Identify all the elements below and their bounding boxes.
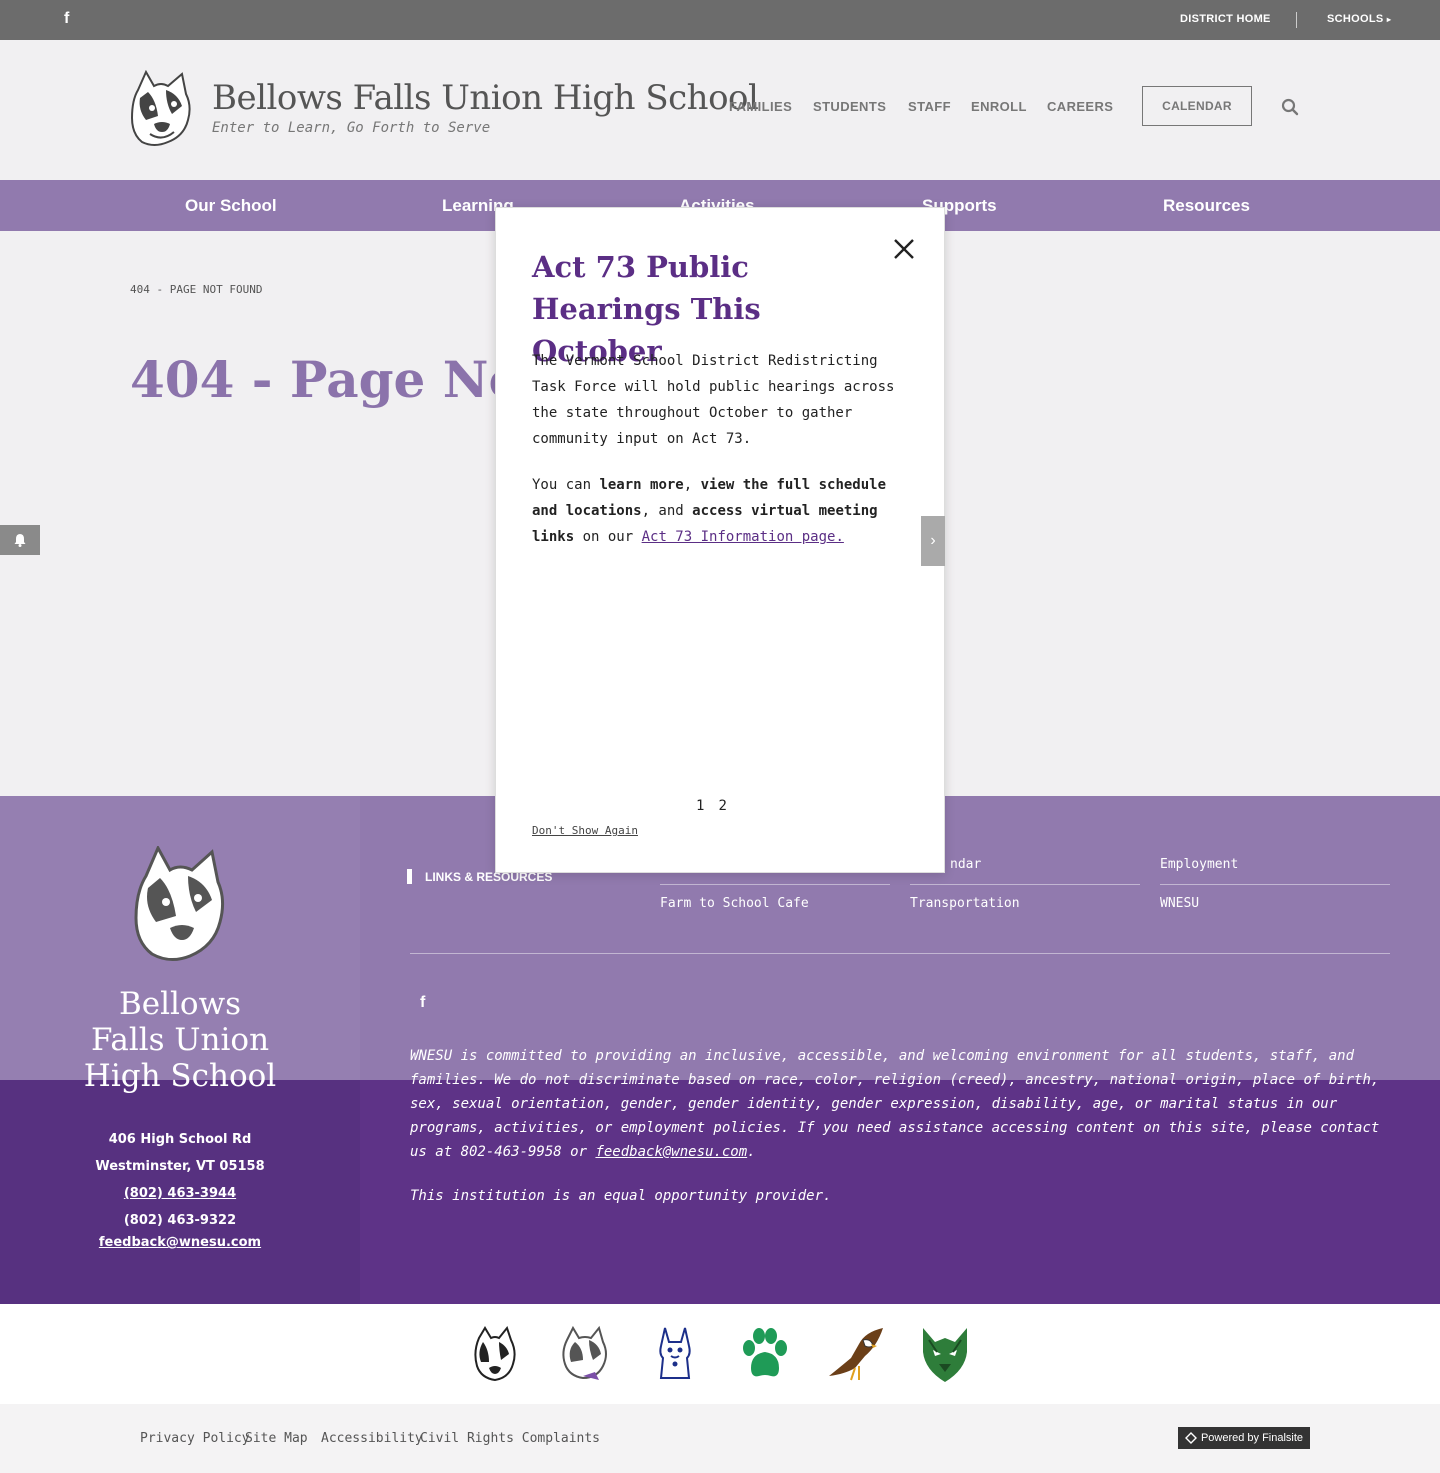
footer-email-link[interactable]: feedback@wnesu.com <box>0 1235 360 1250</box>
privacy-policy-link[interactable]: Privacy Policy <box>140 1431 250 1446</box>
nav-students[interactable]: STUDENTS <box>813 99 886 114</box>
footer-fax: (802) 463-9322 <box>123 1213 237 1228</box>
footer-address-line2: Westminster, VT 05158 <box>95 1159 265 1174</box>
nondiscrimination-statement: WNESU is committed to providing an inclu… <box>410 1044 1400 1208</box>
modal-pagination: 12 <box>696 798 741 814</box>
bottom-bar: Privacy Policy Site Map Accessibility Ci… <box>0 1404 1440 1473</box>
site-map-link[interactable]: Site Map <box>245 1431 308 1446</box>
p2-bold-learn-more: learn more <box>599 477 684 493</box>
p2-text: , <box>683 477 701 493</box>
eagle-mascot-icon[interactable] <box>825 1324 885 1384</box>
facebook-icon[interactable]: f <box>64 10 78 30</box>
utility-bar: f DISTRICT HOME SCHOOLS ▸ <box>0 0 1440 40</box>
footer-link-employment[interactable]: Employment <box>1160 857 1238 872</box>
statement-end: . <box>747 1144 756 1160</box>
accessibility-link[interactable]: Accessibility <box>321 1431 423 1446</box>
modal-body: The Vermont School District Redistrictin… <box>532 348 912 570</box>
footer-phone-link[interactable]: (802) 463-3944 <box>0 1186 360 1201</box>
alerts-tab[interactable] <box>0 525 40 555</box>
school-tagline: Enter to Learn, Go Forth to Serve <box>212 120 491 136</box>
school-name[interactable]: Bellows Falls Union High School <box>212 78 759 118</box>
search-icon[interactable] <box>1281 98 1299 116</box>
p2-text: on our <box>574 529 642 545</box>
footer-bulldog-logo-icon <box>134 846 225 961</box>
site-header: Bellows Falls Union High School Enter to… <box>0 40 1440 180</box>
footer-link-divider <box>910 884 1140 885</box>
paw-print-mascot-icon[interactable] <box>735 1324 795 1384</box>
act-73-information-link[interactable]: Act 73 Information page. <box>642 529 844 545</box>
schools-menu[interactable]: SCHOOLS ▸ <box>1327 13 1391 25</box>
nav-staff[interactable]: STAFF <box>908 99 951 114</box>
nav-careers[interactable]: CAREERS <box>1047 99 1113 114</box>
p2-text: , and <box>641 503 693 519</box>
modal-paragraph-2: You can learn more, view the full schedu… <box>532 472 912 550</box>
district-schools-strip <box>0 1304 1440 1404</box>
footer-link-divider <box>660 884 890 885</box>
footer-school-name: Bellows Falls Union High School <box>83 986 277 1094</box>
footer-link-wnesu[interactable]: WNESU <box>1160 896 1199 911</box>
bell-icon <box>14 534 26 547</box>
statement-text: WNESU is committed to providing an inclu… <box>410 1048 1380 1160</box>
bulldog-purple-mascot-icon[interactable] <box>555 1324 615 1384</box>
modal-page-1[interactable]: 1 <box>696 798 704 814</box>
footer-contact: Bellows Falls Union High School 406 High… <box>0 796 360 1304</box>
modal-next-button[interactable]: › <box>921 516 945 566</box>
french-bulldog-mascot-icon[interactable] <box>645 1324 705 1384</box>
mainnav-our-school[interactable]: Our School <box>185 196 277 216</box>
equal-opportunity-text: This institution is an equal opportunity… <box>410 1188 832 1204</box>
utility-divider <box>1296 12 1297 28</box>
footer-link-calendar[interactable]: ndar <box>950 857 981 872</box>
modal-page-2[interactable]: 2 <box>718 798 726 814</box>
bulldog-logo-icon[interactable] <box>128 70 194 150</box>
district-home-link[interactable]: DISTRICT HOME <box>1180 13 1271 25</box>
wolf-mascot-icon[interactable] <box>915 1324 975 1384</box>
nav-enroll[interactable]: ENROLL <box>971 99 1027 114</box>
p2-text: You can <box>532 477 600 493</box>
nav-families[interactable]: FAMILIES <box>729 99 792 114</box>
footer-address-line1: 406 High School Rd <box>108 1132 252 1147</box>
breadcrumb: 404 - PAGE NOT FOUND <box>130 283 263 296</box>
powered-by-finalsite-badge[interactable]: Powered by Finalsite <box>1178 1427 1310 1449</box>
finalsite-logo-icon <box>1184 1432 1197 1444</box>
announcement-modal: Act 73 Public Hearings This October The … <box>495 207 945 873</box>
powered-by-label: Powered by Finalsite <box>1200 1432 1304 1444</box>
footer-divider <box>410 953 1390 954</box>
statement-email-link[interactable]: feedback@wnesu.com <box>595 1144 747 1160</box>
civil-rights-complaints-link[interactable]: Civil Rights Complaints <box>420 1431 600 1446</box>
calendar-button[interactable]: CALENDAR <box>1142 86 1252 126</box>
bulldog-mascot-icon[interactable] <box>465 1324 525 1384</box>
footer-link-farm-to-school[interactable]: Farm to School Cafe <box>660 896 809 911</box>
modal-paragraph-1: The Vermont School District Redistrictin… <box>532 353 895 447</box>
dont-show-again-link[interactable]: Don't Show Again <box>532 824 638 837</box>
footer-facebook-icon[interactable]: f <box>420 994 425 1012</box>
footer-link-divider <box>1160 884 1390 885</box>
mainnav-resources[interactable]: Resources <box>1163 196 1250 216</box>
footer-link-transportation[interactable]: Transportation <box>910 896 1020 911</box>
close-icon[interactable] <box>892 237 916 261</box>
schools-label: SCHOOLS <box>1327 13 1384 25</box>
caret-right-icon: ▸ <box>1386 15 1392 24</box>
